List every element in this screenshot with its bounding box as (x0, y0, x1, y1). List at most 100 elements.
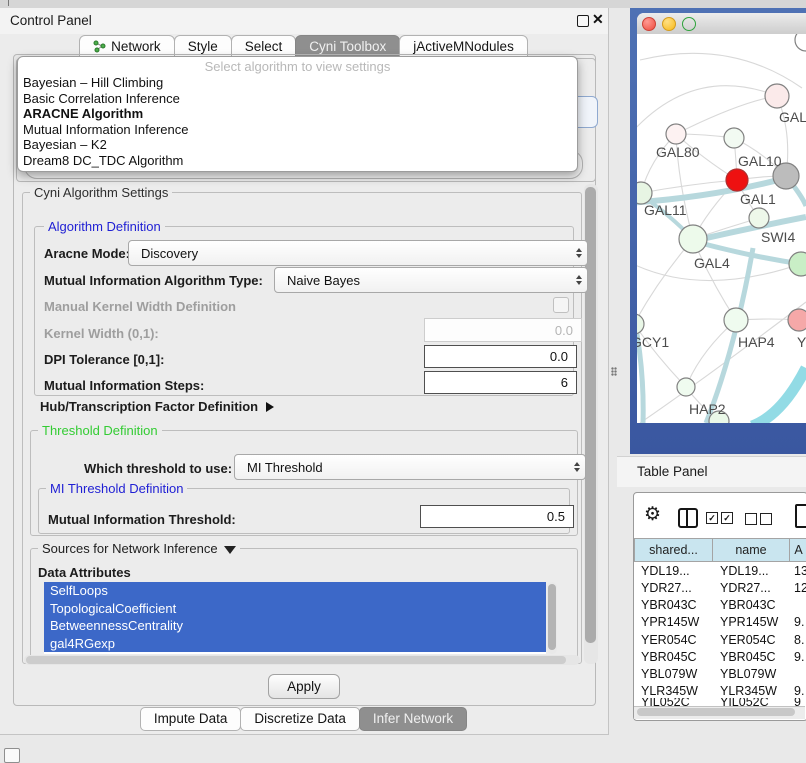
menu-item-mutual-information[interactable]: Mutual Information Inference (18, 122, 577, 138)
mi-threshold-label: Mutual Information Threshold: (48, 512, 236, 527)
tab-label: Select (245, 39, 283, 54)
kernel-width-field[interactable]: 0.0 (424, 318, 582, 342)
cell-name: YBR045C (712, 650, 789, 664)
network-node-pink[interactable] (788, 309, 806, 331)
node-label: GAL10 (738, 153, 782, 169)
cell-value: 12 (789, 581, 806, 595)
table-row[interactable]: YDL19...YDL19...13 (633, 562, 806, 579)
checked-box-icon[interactable]: ✓ (721, 512, 733, 524)
manual-kernel-checkbox[interactable] (553, 297, 569, 313)
menu-item-bayesian-k2[interactable]: Bayesian – K2 (18, 137, 577, 153)
network-node-gal1[interactable] (726, 169, 748, 191)
mi-threshold-field[interactable]: 0.5 (420, 505, 574, 528)
network-node-gal4[interactable] (679, 225, 707, 253)
table-row[interactable]: YPR145WYPR145W9. (633, 613, 806, 630)
cell-value: 9. (789, 650, 806, 664)
expander-right-icon (266, 402, 274, 412)
network-node-gal80[interactable] (666, 124, 686, 144)
combo-spinner-icon (574, 462, 580, 472)
hub-expander[interactable]: Hub/Transcription Factor Definition (40, 399, 274, 414)
network-node[interactable] (765, 84, 789, 108)
table-row[interactable]: YIL052CYIL052C9 (633, 698, 806, 706)
node-label: GCY1 (637, 334, 669, 350)
sources-expander[interactable]: Sources for Network Inference (38, 541, 240, 556)
sources-title: Sources for Network Inference (42, 541, 218, 556)
which-threshold-combo[interactable]: MI Threshold (234, 454, 586, 480)
which-threshold-label: Which threshold to use: (84, 461, 232, 476)
manual-kernel-label: Manual Kernel Width Definition (44, 299, 236, 314)
tab-infer-network[interactable]: Infer Network (359, 707, 467, 731)
node-label: GAL1 (740, 191, 776, 207)
network-graph: GAL GAL80 GAL10 GAL1 GAL11 SWI4 GAL4 GCY… (637, 34, 806, 423)
column-header-shared-name[interactable]: shared... (634, 538, 713, 562)
menu-item-aracne[interactable]: ARACNE Algorithm (18, 106, 577, 122)
table-row[interactable]: YLR345WYLR345W9. (633, 682, 806, 699)
dpi-tolerance-field[interactable]: 0.0 (424, 345, 577, 368)
attr-list-vscrollbar-thumb[interactable] (548, 584, 556, 650)
tab-discretize-data[interactable]: Discretize Data (240, 707, 360, 731)
network-canvas[interactable]: GAL GAL80 GAL10 GAL1 GAL11 SWI4 GAL4 GCY… (637, 34, 806, 423)
tab-label: Infer Network (373, 711, 453, 726)
tab-impute-data[interactable]: Impute Data (140, 707, 242, 731)
network-node-hap2[interactable] (677, 378, 695, 396)
aracne-mode-combo[interactable]: Discovery (128, 240, 588, 266)
mi-steps-field[interactable]: 6 (424, 371, 577, 394)
algorithm-definition-title: Algorithm Definition (44, 219, 165, 234)
node-label: GAL11 (644, 202, 687, 218)
table-row[interactable]: YER054CYER054C8. (633, 631, 806, 648)
checked-box-icon[interactable]: ✓ (706, 512, 718, 524)
network-node[interactable] (795, 34, 806, 51)
cell-name: YER054C (712, 633, 789, 647)
table-row[interactable]: YBL079WYBL079W (633, 665, 806, 682)
float-window-icon[interactable] (577, 15, 589, 27)
aracne-mode-label: Aracne Mode: (44, 246, 130, 261)
algorithm-dropdown-menu: Select algorithm to view settings Bayesi… (17, 56, 578, 172)
table-row[interactable]: YBR045CYBR045C9. (633, 648, 806, 665)
threshold-group-title: Threshold Definition (38, 423, 162, 438)
close-icon[interactable]: ✕ (592, 11, 604, 28)
table-hscrollbar-thumb[interactable] (637, 708, 795, 716)
cell-shared-name: YPR145W (633, 615, 712, 629)
column-header-name[interactable]: name (712, 538, 790, 562)
network-node-gal10[interactable] (724, 128, 744, 148)
list-item-betweennesscentrality[interactable]: BetweennessCentrality (44, 617, 546, 635)
column-header-partial[interactable]: A (789, 538, 806, 562)
menu-item-basic-correlation[interactable]: Basic Correlation Inference (18, 91, 577, 107)
node-label: HAP4 (738, 334, 775, 350)
network-node-gcy1[interactable] (637, 314, 644, 334)
zoom-traffic-light-icon[interactable] (682, 17, 696, 31)
list-item-gal4rgexp[interactable]: gal4RGexp (44, 635, 546, 653)
unchecked-box-icon[interactable] (745, 513, 757, 525)
tab-label: Network (111, 39, 161, 54)
page-icon[interactable] (795, 504, 806, 528)
split-pane-handle[interactable] (611, 367, 617, 376)
cell-shared-name: YBR045C (633, 650, 712, 664)
close-traffic-light-icon[interactable] (642, 17, 656, 31)
data-attributes-label: Data Attributes (38, 565, 131, 580)
minimized-panel-icon[interactable] (4, 748, 20, 763)
minimize-traffic-light-icon[interactable] (662, 17, 676, 31)
network-bright-edge (752, 368, 806, 423)
cell-name: YLR345W (712, 684, 789, 698)
mi-steps-label: Mutual Information Steps: (44, 378, 204, 393)
list-item-topologicalcoefficient[interactable]: TopologicalCoefficient (44, 600, 546, 618)
hub-expander-label: Hub/Transcription Factor Definition (40, 399, 258, 414)
gear-icon[interactable]: ⚙ (644, 503, 661, 526)
mi-type-combo[interactable]: Naive Bayes (274, 267, 588, 293)
apply-button[interactable]: Apply (268, 674, 340, 699)
combo-spinner-icon (576, 248, 582, 258)
network-node[interactable] (789, 252, 806, 276)
split-columns-icon[interactable] (678, 508, 698, 528)
menu-item-dream8[interactable]: Dream8 DC_TDC Algorithm (18, 153, 577, 169)
tab-label: Cyni Toolbox (309, 39, 386, 54)
cell-name: YDR27... (712, 581, 789, 595)
bottom-tabbar: Impute Data Discretize Data Infer Networ… (0, 706, 608, 732)
network-node-hap4[interactable] (724, 308, 748, 332)
table-row[interactable]: YDR27...YDR27...12 (633, 579, 806, 596)
menu-item-bayesian-hill-climbing[interactable]: Bayesian – Hill Climbing (18, 75, 577, 91)
settings-hscrollbar-thumb[interactable] (26, 656, 566, 664)
network-node-swi4[interactable] (749, 208, 769, 228)
list-item-selfloops[interactable]: SelfLoops (44, 582, 546, 600)
unchecked-box-icon[interactable] (760, 513, 772, 525)
table-row[interactable]: YBR043CYBR043C (633, 596, 806, 613)
